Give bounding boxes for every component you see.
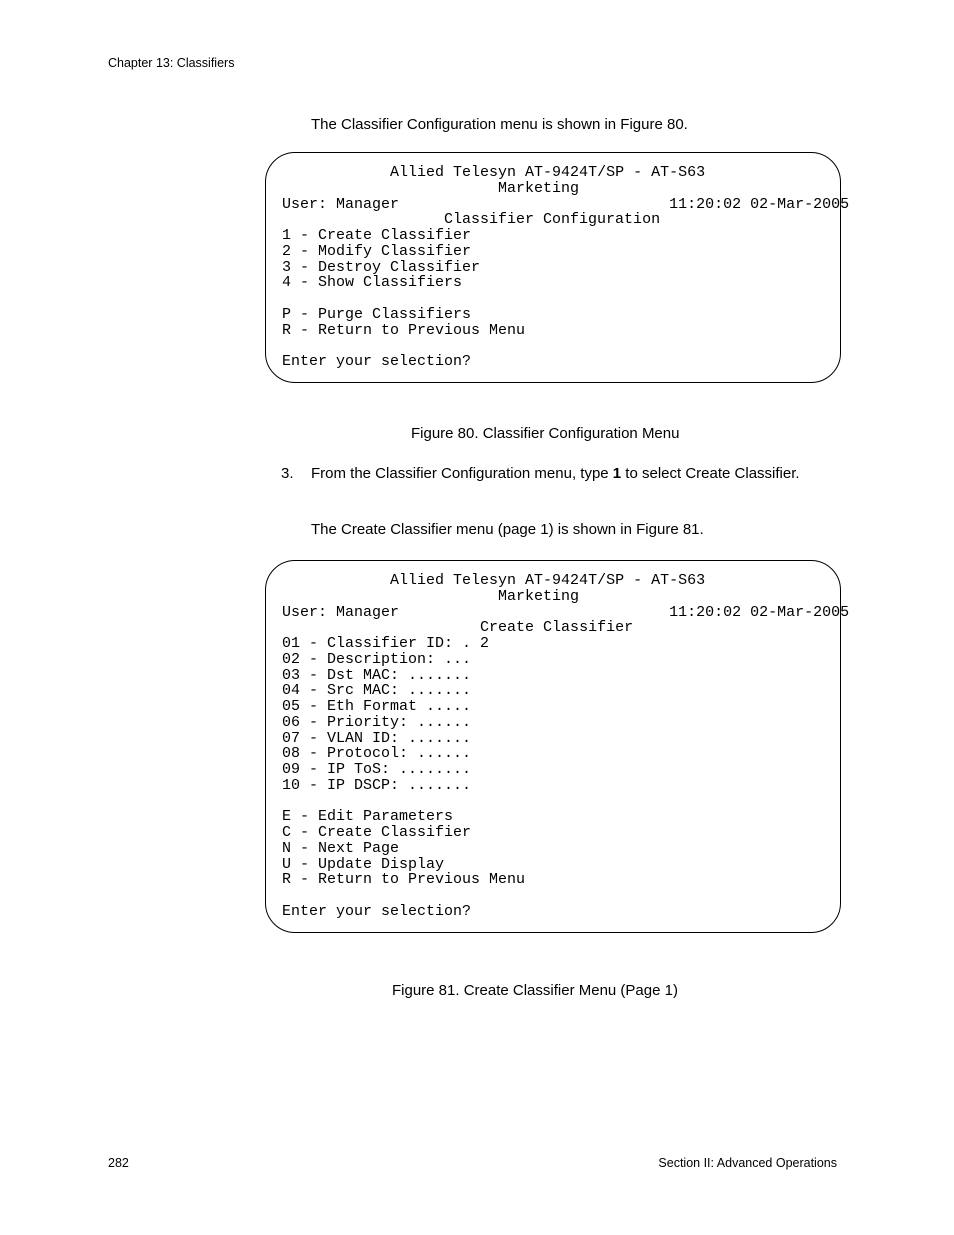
menu-prompt: Enter your selection? — [282, 353, 471, 370]
terminal-content: Allied Telesyn AT-9424T/SP - AT-S63 Mark… — [282, 165, 824, 370]
terminal-title-2: Marketing — [498, 180, 579, 197]
terminal-title-1: Allied Telesyn AT-9424T/SP - AT-S63 — [390, 572, 705, 589]
terminal-timestamp: 11:20:02 02-Mar-2005 — [669, 196, 849, 213]
menu-option-r: R - Return to Previous Menu — [282, 871, 525, 888]
chapter-header: Chapter 13: Classifiers — [108, 56, 234, 70]
figure-80-caption: Figure 80. Classifier Configuration Menu — [411, 425, 679, 442]
terminal-menu-title: Classifier Configuration — [444, 211, 660, 228]
menu-option-02: 02 - Description: ... — [282, 651, 471, 668]
menu-option-04: 04 - Src MAC: ....... — [282, 682, 471, 699]
menu-option-01: 01 - Classifier ID: . 2 — [282, 635, 489, 652]
menu-option-08: 08 - Protocol: ...... — [282, 745, 471, 762]
menu-prompt: Enter your selection? — [282, 903, 471, 920]
step-number: 3. — [281, 465, 311, 484]
intro-paragraph: The Classifier Configuration menu is sho… — [311, 116, 688, 133]
menu-option-4: 4 - Show Classifiers — [282, 274, 462, 291]
terminal-title-1: Allied Telesyn AT-9424T/SP - AT-S63 — [390, 164, 705, 181]
menu-option-2: 2 - Modify Classifier — [282, 243, 471, 260]
menu-option-06: 06 - Priority: ...... — [282, 714, 471, 731]
terminal-user: User: Manager — [282, 604, 399, 621]
paragraph-2: The Create Classifier menu (page 1) is s… — [311, 521, 704, 538]
menu-option-05: 05 - Eth Format ..... — [282, 698, 471, 715]
menu-option-p: P - Purge Classifiers — [282, 306, 471, 323]
figure-81-caption: Figure 81. Create Classifier Menu (Page … — [392, 982, 678, 999]
terminal-user: User: Manager — [282, 196, 399, 213]
step-text-post: to select Create Classifier. — [621, 465, 799, 482]
step-3-text: 3.From the Classifier Configuration menu… — [281, 465, 841, 484]
terminal-menu-title: Create Classifier — [480, 619, 633, 636]
step-text-pre: From the Classifier Configuration menu, … — [311, 465, 613, 482]
menu-option-09: 09 - IP ToS: ........ — [282, 761, 471, 778]
menu-option-07: 07 - VLAN ID: ....... — [282, 730, 471, 747]
menu-option-03: 03 - Dst MAC: ....... — [282, 667, 471, 684]
terminal-screen-figure-80: Allied Telesyn AT-9424T/SP - AT-S63 Mark… — [265, 152, 841, 383]
terminal-timestamp: 11:20:02 02-Mar-2005 — [669, 604, 849, 621]
terminal-title-2: Marketing — [498, 588, 579, 605]
menu-option-r: R - Return to Previous Menu — [282, 322, 525, 339]
menu-option-10: 10 - IP DSCP: ....... — [282, 777, 471, 794]
menu-option-u: U - Update Display — [282, 856, 444, 873]
section-label: Section II: Advanced Operations — [658, 1156, 837, 1170]
menu-option-1: 1 - Create Classifier — [282, 227, 471, 244]
terminal-content: Allied Telesyn AT-9424T/SP - AT-S63 Mark… — [282, 573, 824, 920]
step-text-bold: 1 — [613, 465, 621, 482]
menu-option-n: N - Next Page — [282, 840, 399, 857]
menu-option-3: 3 - Destroy Classifier — [282, 259, 480, 276]
page-number: 282 — [108, 1156, 129, 1170]
terminal-screen-figure-81: Allied Telesyn AT-9424T/SP - AT-S63 Mark… — [265, 560, 841, 933]
menu-option-e: E - Edit Parameters — [282, 808, 453, 825]
menu-option-c: C - Create Classifier — [282, 824, 471, 841]
